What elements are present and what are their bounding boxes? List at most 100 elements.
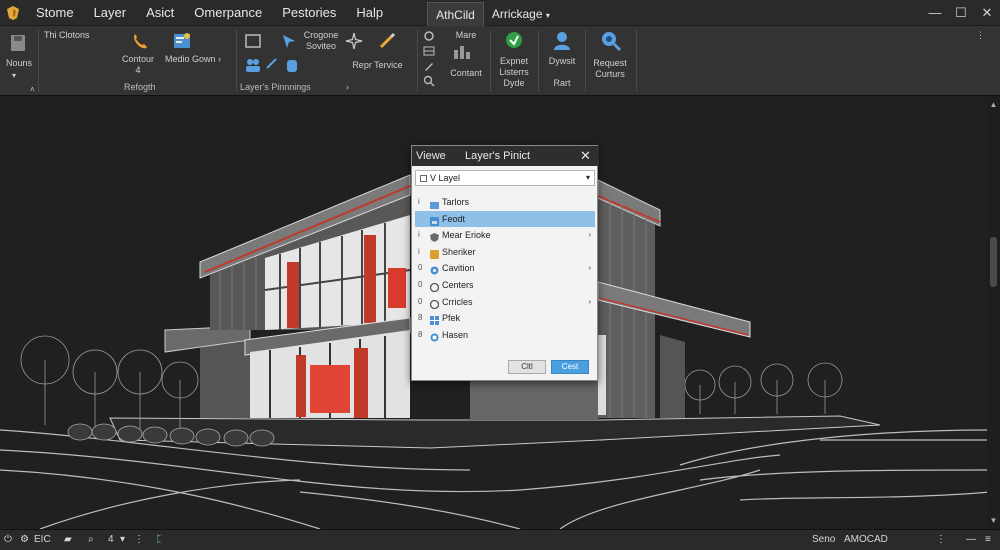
layer-item-label: Sheriker (442, 246, 476, 257)
menu-item[interactable]: Asict (136, 0, 184, 26)
target-icon (430, 331, 439, 342)
status-item[interactable]: Seno (812, 533, 835, 547)
request-label: Request (593, 58, 627, 68)
vertical-scrollbar[interactable]: ▲ ▼ (987, 97, 1000, 529)
row-mark: i (418, 246, 420, 256)
layer-item-label: Hasen (442, 329, 469, 340)
hand-icon[interactable] (284, 56, 300, 74)
row-mark: i (418, 230, 420, 240)
layer-list-item[interactable]: Feodt (415, 210, 595, 228)
chevron-down-icon: ▾ (585, 173, 590, 182)
chevron-up-icon[interactable]: ˄ (30, 84, 35, 95)
nouns-button[interactable]: Nouns (3, 58, 35, 69)
ribbon-separator (636, 30, 637, 92)
layer-list-item[interactable]: 0 Centers (415, 277, 595, 294)
content-button[interactable]: Contant (446, 68, 486, 79)
create-service-button[interactable]: Crogone Soviteo (300, 30, 342, 52)
layer-list-item[interactable]: 0 Crricles › (415, 294, 595, 311)
menu-item[interactable]: Layer (84, 0, 137, 26)
scroll-up-icon[interactable]: ▲ (987, 99, 1000, 111)
menu-icon[interactable]: ≡ (985, 533, 991, 547)
edit-icon[interactable] (423, 60, 435, 72)
link-icon[interactable] (264, 56, 280, 74)
gear-icon[interactable]: ⚙ (20, 533, 29, 547)
layer-list-item[interactable]: 8 Pfek (415, 310, 595, 327)
export-button[interactable]: Expnet Listerrs Dyde (494, 56, 534, 89)
menu-item[interactable]: Pestories (272, 0, 346, 26)
phone-icon (134, 34, 147, 49)
layer-dropdown[interactable]: V Layel ▾ (415, 170, 595, 186)
chevron-right-icon: › (588, 230, 591, 240)
table-icon[interactable] (423, 45, 435, 57)
pointer-icon[interactable] (280, 32, 298, 50)
status-item[interactable]: 4 (108, 533, 114, 547)
layer-list-item[interactable]: 8 Hasen (415, 327, 595, 344)
request-button[interactable]: Request Curturs (588, 58, 632, 80)
layer-list-item[interactable]: i Mear Erioke › (415, 227, 595, 244)
dialog-titlebar[interactable]: Viewe Layer's Pinict ✕ (412, 146, 599, 166)
contour-button[interactable]: Contour 4 (114, 54, 162, 76)
layer-item-label: Feodt (442, 213, 466, 224)
layer-list-item[interactable]: i Sheriker (415, 244, 595, 261)
gear-icon (430, 264, 439, 275)
device-label: Dywsit (548, 56, 576, 66)
menu-items: Stome Layer Asict Omerpance Pestories Ha… (26, 0, 393, 26)
search-icon[interactable]: ⌕ (88, 533, 94, 547)
layer-list-item[interactable]: i Tarlors (415, 194, 595, 211)
window-controls: — ☐ ✕ (922, 0, 1000, 26)
media-gown-button[interactable]: Medio Gown › (158, 54, 228, 65)
app-logo-icon[interactable] (0, 0, 26, 26)
menu-item[interactable]: Omerpance (184, 0, 272, 26)
device-button[interactable]: Dywsit Rart (542, 56, 582, 89)
ribbon-separator (417, 30, 418, 92)
chevron-right-icon[interactable]: › (346, 82, 349, 92)
tab-arrickage[interactable]: Arrickage ▾ (484, 2, 558, 26)
layer-item-label: Tarlors (442, 197, 470, 207)
ribbon-separator (490, 30, 491, 92)
folder-icon[interactable]: ▰ (64, 533, 72, 547)
user-icon (554, 32, 570, 50)
chevron-right-icon: › (588, 296, 591, 306)
ok-button[interactable]: Cest (551, 360, 589, 374)
scroll-down-icon[interactable]: ▼ (987, 515, 1000, 527)
cancel-button[interactable]: Cltl (508, 360, 546, 374)
restore-button[interactable]: ☐ (948, 0, 974, 26)
checkbox-icon[interactable] (420, 175, 427, 182)
media-label: Medio Gown (164, 54, 216, 64)
link-icon (429, 298, 440, 309)
tool-icon[interactable] (423, 30, 435, 42)
chevron-right-icon: › (218, 54, 222, 64)
close-icon[interactable]: ✕ (580, 148, 591, 164)
layer-item-label: Pfek (442, 313, 461, 324)
dialog-title: Layer's Pinict (465, 150, 531, 162)
app-name: AMOCAD (844, 534, 888, 545)
search-icon[interactable] (423, 75, 435, 87)
group-label-layers: Layer's Pinnnings (240, 82, 311, 92)
save-icon (11, 35, 25, 51)
grid-icon[interactable]: ⋮ (134, 533, 144, 547)
close-window-button[interactable]: ✕ (974, 0, 1000, 26)
chevron-right-icon: › (588, 263, 591, 273)
chevron-down-icon[interactable]: ▾ (120, 533, 125, 547)
menu-item[interactable]: Stome (26, 0, 84, 26)
scroll-thumb[interactable] (990, 237, 997, 287)
more-button[interactable]: Mare (446, 30, 486, 41)
ribbon-separator (538, 30, 539, 92)
row-mark: i (418, 197, 420, 206)
snap-icon[interactable]: ᛈ (156, 533, 162, 547)
tab-athcild[interactable]: AthCild (427, 1, 484, 26)
layer-list-item[interactable]: 0 Cavition › (415, 260, 595, 277)
layer-icon (430, 248, 439, 259)
menu-item[interactable]: Halp (346, 0, 393, 26)
frame-icon[interactable] (244, 32, 262, 50)
ribbon-collapse-icon[interactable]: ⋮ (976, 30, 985, 41)
row-mark: 0 (418, 279, 423, 289)
minimize-button[interactable]: — (922, 0, 948, 26)
more-icon[interactable]: ⋮ (936, 533, 946, 547)
export-sub: Listerrs (499, 67, 529, 77)
repair-service-button[interactable]: Repr Tervice (340, 60, 415, 71)
status-item[interactable]: EIC (34, 533, 51, 547)
minimize-icon[interactable]: — (966, 533, 976, 547)
power-icon[interactable]: ⏻ (4, 533, 12, 547)
users-icon[interactable] (244, 56, 262, 74)
